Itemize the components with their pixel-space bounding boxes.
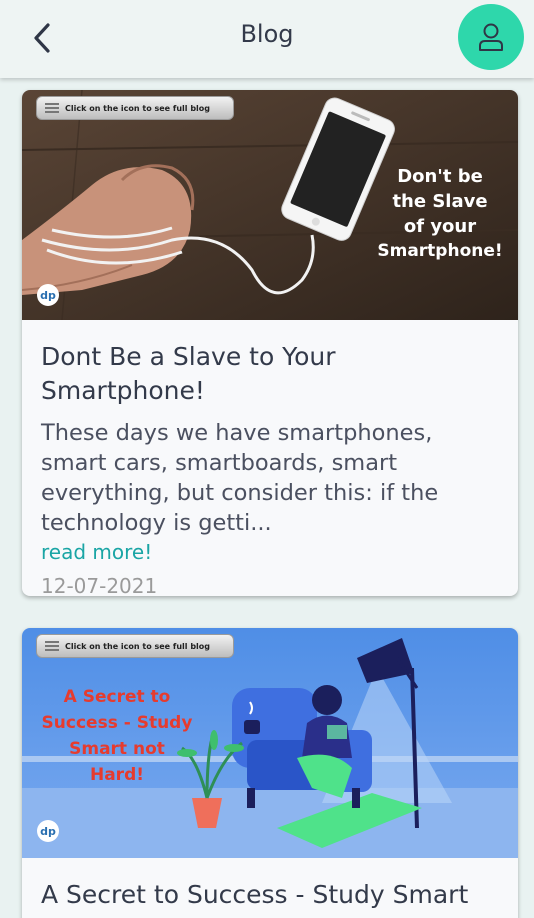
caption-line: Don't be bbox=[397, 166, 483, 187]
page-title: Blog bbox=[240, 20, 294, 48]
read-more-link[interactable]: read more! bbox=[41, 538, 499, 566]
blog-title[interactable]: A Secret to Success - Study Smart not Ha… bbox=[41, 878, 499, 918]
app-bar: Blog bbox=[0, 0, 534, 78]
image-caption: Don't be the Slave of your Smartphone! bbox=[360, 164, 518, 264]
blog-thumbnail[interactable]: dp Click on the icon to see full blog A … bbox=[22, 628, 518, 858]
blog-title[interactable]: Dont Be a Slave to Your Smartphone! bbox=[41, 340, 499, 408]
user-icon bbox=[479, 23, 503, 51]
card-body: Dont Be a Slave to Your Smartphone! Thes… bbox=[22, 320, 518, 596]
image-caption: A Secret to Success - Study Smart not Ha… bbox=[22, 684, 212, 788]
svg-text:dp: dp bbox=[40, 289, 56, 302]
card-body: A Secret to Success - Study Smart not Ha… bbox=[22, 858, 518, 918]
caption-line: of your bbox=[403, 216, 477, 237]
svg-text:dp: dp bbox=[40, 825, 56, 838]
list-icon bbox=[45, 641, 59, 651]
caption-line: Hard! bbox=[89, 765, 144, 785]
caption-line: Smartphone! bbox=[377, 241, 503, 261]
caption-line: Success - Study bbox=[41, 713, 193, 733]
hint-text: Click on the icon to see full blog bbox=[65, 103, 211, 113]
blog-excerpt: These days we have smartphones, smart ca… bbox=[41, 420, 439, 536]
list-icon bbox=[45, 103, 59, 113]
blog-thumbnail[interactable]: dp Click on the icon to see full blog Do… bbox=[22, 90, 518, 320]
caption-line: Smart not bbox=[69, 739, 165, 759]
caption-line: A Secret to bbox=[63, 687, 171, 707]
blog-date: 12-07-2021 bbox=[41, 574, 158, 596]
profile-button[interactable] bbox=[458, 4, 524, 70]
blog-card[interactable]: dp Click on the icon to see full blog A … bbox=[22, 628, 518, 918]
caption-line: the Slave bbox=[392, 191, 488, 212]
blog-card[interactable]: dp Click on the icon to see full blog Do… bbox=[22, 90, 518, 596]
hint-text: Click on the icon to see full blog bbox=[65, 641, 211, 651]
see-full-blog-hint: Click on the icon to see full blog bbox=[36, 96, 234, 120]
see-full-blog-hint: Click on the icon to see full blog bbox=[36, 634, 234, 658]
